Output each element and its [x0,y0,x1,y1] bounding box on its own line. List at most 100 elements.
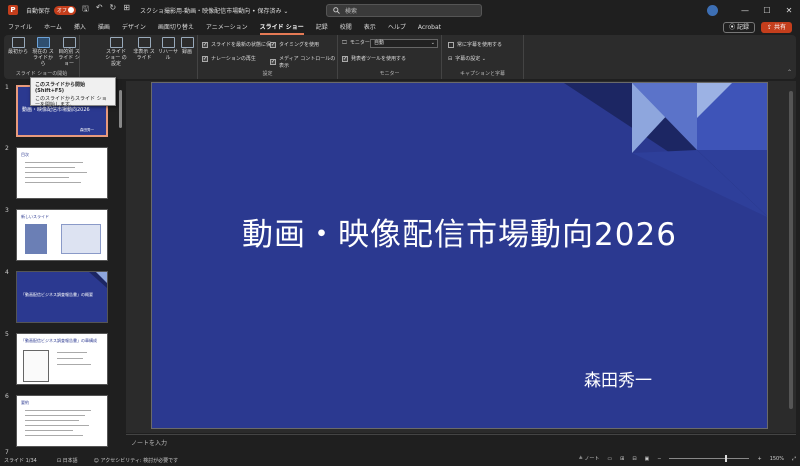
ribbon-tabs: ファイル ホーム 挿入 描画 デザイン 画面切り替え アニメーション スライド … [0,20,800,35]
tooltip-title: このスライドから開始 (Shift+F5) [35,82,86,94]
title-bar: P 自動保存 オフ 🖫 ↶ ↻ ⊞ スクショ撮影用-動画・映像配信市場動向 • … [0,0,800,20]
slide-thumbnail-2[interactable]: 目次 [16,147,108,199]
slide-title[interactable]: 動画・映像配信市場動向2026 [152,209,767,254]
close-icon[interactable]: ✕ [778,6,800,15]
slide-scrollbar[interactable] [788,81,794,433]
language-indicator[interactable]: ⊡ 日本語 [57,457,78,464]
keep-updated-checkbox[interactable]: ✓ スライドを最新の状態に保つ [202,41,276,48]
thumb-author: 森田秀一 [80,128,94,132]
setup-slideshow-button[interactable]: スライド ショー の設定 [104,37,128,67]
slide-thumbnail-6[interactable]: 要約 [16,395,108,447]
group-monitor-label: モニター [379,71,400,77]
zoom-level[interactable]: 150% [770,456,784,462]
present-icon[interactable]: ⊞ [123,3,130,17]
slide-thumbnail-4[interactable]: 「動画配信ビジネス調査報告書」の概要 [16,271,108,323]
zoom-out-icon[interactable]: − [657,456,661,462]
use-timings-checkbox[interactable]: ✓ タイミングを使用 [270,41,319,48]
thumb-decor [89,272,107,288]
document-title[interactable]: スクショ撮影用-動画・映像配信市場動向 • 保存済み ⌄ [140,6,288,15]
notes-toggle-button[interactable]: ≜ ノート [579,455,600,462]
caption-icon: ⊟ [448,55,453,62]
autosave-label: 自動保存 [26,7,51,15]
presenter-view-checkbox[interactable]: ✓ 発表者ツールを使用する [342,55,406,62]
thumb-number: 6 [5,393,9,400]
play-narration-label: ナレーションの再生 [211,56,256,62]
group-caption-label: キャプションと字幕 [459,71,505,77]
use-timings-label: タイミングを使用 [279,42,320,48]
check-icon: ✓ [202,41,208,48]
redo-icon[interactable]: ↻ [110,3,117,17]
thumbnail-scrollbar[interactable] [118,84,123,452]
maximize-icon[interactable]: ☐ [756,6,778,15]
custom-show-button[interactable]: 目的別 スライド ショー [58,37,80,67]
search-box[interactable]: 検索 [326,4,482,17]
record-video-icon [180,37,194,48]
custom-show-label: 目的別 スライド ショー [58,49,80,67]
slide-thumbnail-5[interactable]: 「動画配信ビジネス調査報告書」の章構成 [16,333,108,385]
from-beginning-button[interactable]: 最初から [6,37,30,55]
tab-view[interactable]: 表示 [358,20,382,35]
thumb-image [25,224,47,254]
record-dd-label: 録画 [181,49,192,55]
share-icon: ⇪ [767,24,774,31]
hide-slide-label: 非表示 スライド [133,49,155,61]
always-subtitles-checkbox[interactable]: 常に字幕を使用する [448,41,502,48]
share-button[interactable]: ⇪ 共有 [761,22,792,33]
zoom-in-icon[interactable]: + [757,456,761,462]
group-start-label: スライド ショーの開始 [15,71,68,77]
group-captions: 常に字幕を使用する ⊟ 字幕の設定 ⌄ キャプションと字幕 [442,35,524,79]
monitor-icon: 🖵 [342,39,347,46]
thumb-title: 目次 [21,152,29,157]
fit-to-window-icon[interactable]: ⤢ [792,456,796,462]
thumb-number: 5 [5,331,9,338]
thumb-number: 2 [5,145,9,152]
slideshow-view-icon[interactable]: ▣ [645,456,650,462]
share-label: 共有 [773,24,786,31]
slide-thumbnail-3[interactable]: 新しいスライド [16,209,108,261]
avatar[interactable] [707,4,718,16]
tab-record[interactable]: 記録 [310,20,334,35]
tab-review[interactable]: 校閲 [334,20,358,35]
record-button[interactable]: ⦿ 記録 [723,22,756,33]
rehearse-button[interactable]: リハーサル [156,37,180,61]
tab-design[interactable]: デザイン [116,20,152,35]
hide-slide-button[interactable]: 非表示 スライド [132,37,156,61]
autosave-toggle[interactable]: オフ [54,5,77,15]
tab-home[interactable]: ホーム [38,20,68,35]
group-setup: スライド ショー の設定 非表示 スライド リハーサル 録画 [80,35,198,79]
media-controls-label: メディア コントロールの表示 [279,56,336,69]
status-bar: スライド 1/34 ⊡ 日本語 ☺ アクセシビリティ: 検討が必要です ≜ ノー… [0,454,800,466]
slide-sorter-icon[interactable]: ⊞ [620,456,624,462]
collapse-ribbon-icon[interactable]: ⌃ [787,69,792,76]
record-icon: ⦿ [729,24,738,31]
current-slide[interactable]: 動画・映像配信市場動向2026 森田秀一 [151,82,768,429]
media-controls-checkbox[interactable]: ✓ メディア コントロールの表示 [270,55,337,69]
normal-view-icon[interactable]: ▭ [607,456,612,462]
caption-settings-button[interactable]: ⊟ 字幕の設定 ⌄ [448,55,486,63]
reading-view-icon[interactable]: ⊟ [632,456,636,462]
slide-decoration [564,83,767,218]
tab-help[interactable]: ヘルプ [382,20,412,35]
monitor-label-text: モニター: [349,40,372,46]
accessibility-status[interactable]: ☺ アクセシビリティ: 検討が必要です [94,457,179,464]
tab-acrobat[interactable]: Acrobat [412,20,447,35]
notes-pane[interactable]: ノートを入力 [126,434,796,448]
slide-subtitle[interactable]: 森田秀一 [584,366,652,391]
record-dropdown-button[interactable]: 録画 [178,37,196,55]
scrollbar-thumb[interactable] [119,90,122,128]
scrollbar-thumb[interactable] [789,91,793,409]
search-icon [333,7,340,14]
monitor-dropdown[interactable]: 自動 ⌄ [370,39,438,48]
minimize-icon[interactable]: — [734,6,756,15]
tab-insert[interactable]: 挿入 [68,20,92,35]
tab-file[interactable]: ファイル [2,20,38,35]
tab-animations[interactable]: アニメーション [200,20,254,35]
undo-icon[interactable]: ↶ [96,3,103,17]
from-current-button[interactable]: 現在の スライドから [31,37,55,67]
save-icon[interactable]: 🖫 [82,3,89,17]
tab-draw[interactable]: 描画 [92,20,116,35]
play-narration-checkbox[interactable]: ✓ ナレーションの再生 [202,55,256,62]
zoom-slider[interactable] [669,455,750,462]
tab-transitions[interactable]: 画面切り替え [152,20,200,35]
tab-slideshow[interactable]: スライド ショー [254,20,310,35]
